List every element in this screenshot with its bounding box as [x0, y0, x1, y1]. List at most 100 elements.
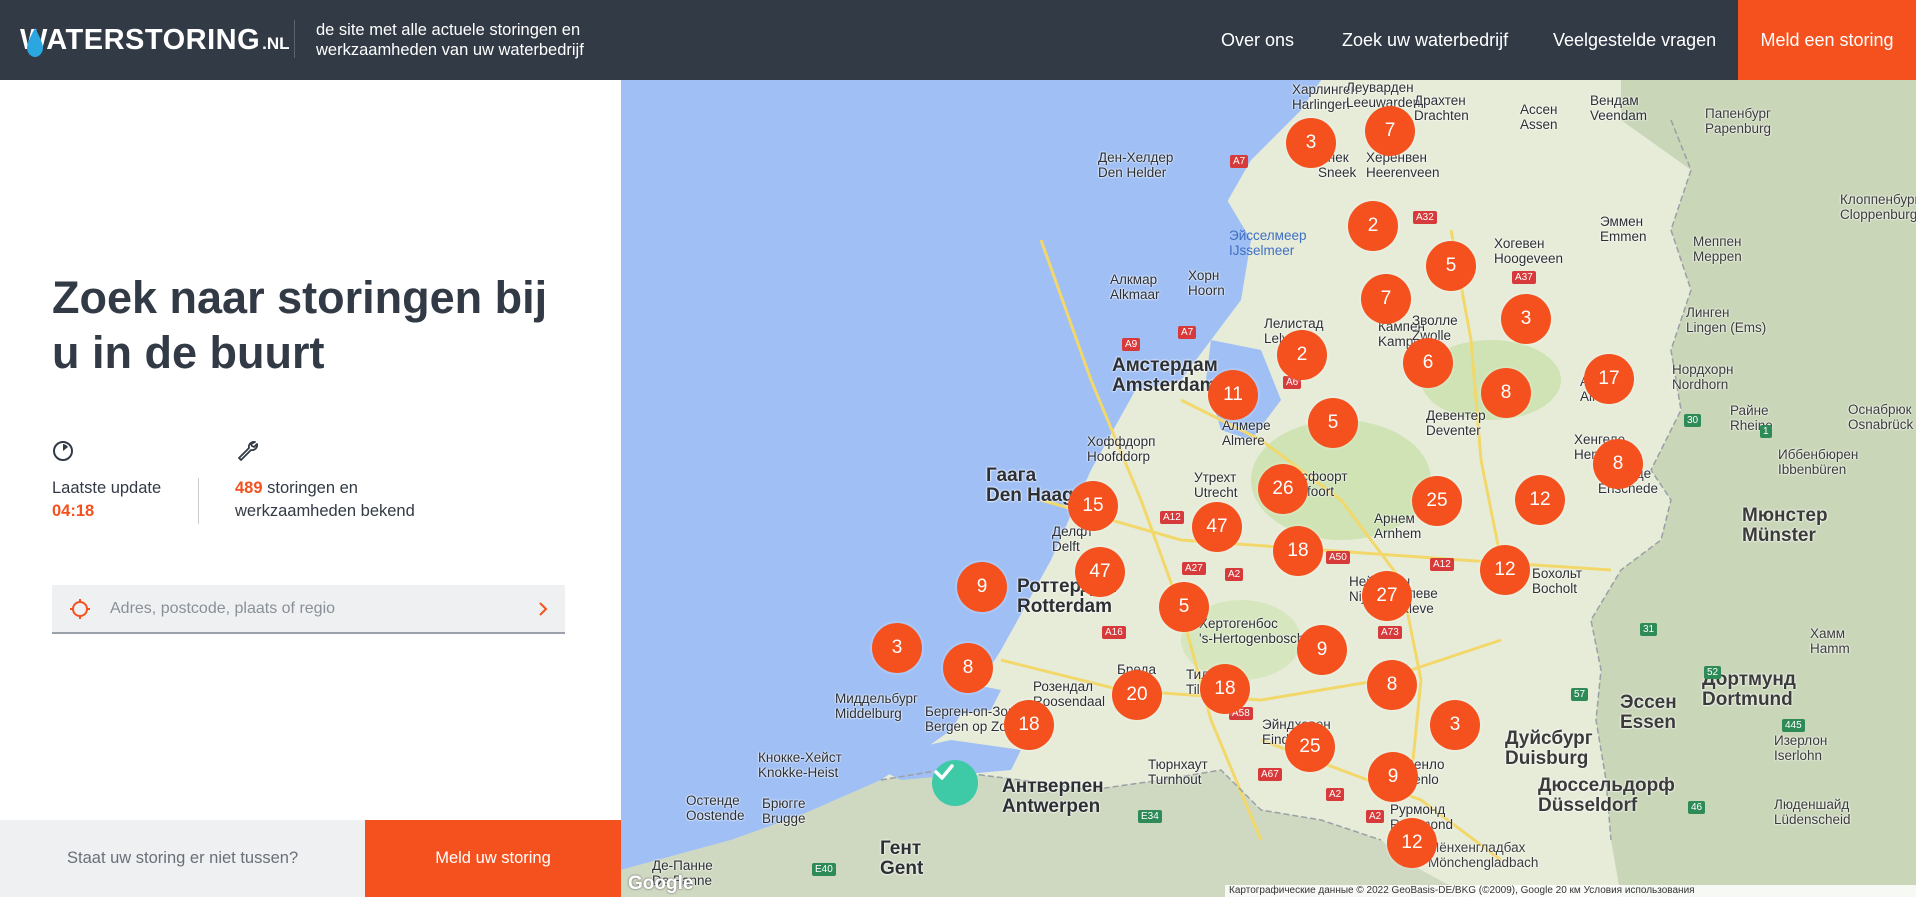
storing-cluster-marker[interactable]: 8	[1481, 368, 1531, 418]
city-label: Дуйсбург Duisburg	[1505, 728, 1593, 769]
city-label: Вендам Veendam	[1590, 93, 1648, 123]
city-label: Кнокке-Хейст Knokke-Heist	[758, 750, 842, 780]
storing-cluster-marker[interactable]: 25	[1285, 722, 1335, 772]
city-label: Арнем Arnhem	[1374, 511, 1422, 541]
road-number-badge: A32	[1413, 211, 1437, 224]
storing-cluster-marker[interactable]: 18	[1273, 526, 1323, 576]
waterstoring-logo[interactable]: WATERSTORING .NL	[20, 24, 290, 60]
storing-cluster-marker[interactable]: 9	[957, 562, 1007, 612]
storing-cluster-marker[interactable]: 8	[943, 643, 993, 693]
city-label: Эммен Emmen	[1600, 214, 1647, 244]
storing-cluster-marker[interactable]: 5	[1308, 398, 1358, 448]
storing-cluster-marker[interactable]: 9	[1368, 752, 1418, 802]
storing-cluster-marker[interactable]: 6	[1403, 338, 1453, 388]
city-label: Херенвен Heerenveen	[1366, 150, 1440, 180]
road-number-badge: A12	[1430, 558, 1454, 571]
city-label: Амстердам Amsterdam	[1112, 355, 1218, 396]
road-number-badge: A73	[1378, 626, 1402, 639]
storing-cluster-marker[interactable]: 26	[1258, 464, 1308, 514]
road-number-badge: A37	[1512, 271, 1536, 284]
city-label: Меппен Meppen	[1693, 234, 1742, 264]
storing-cluster-marker[interactable]: 12	[1480, 545, 1530, 595]
road-number-badge: A2	[1366, 810, 1385, 823]
city-label: Изерлон Iserlohn	[1774, 733, 1828, 763]
city-label: Бохольт Bocholt	[1532, 566, 1583, 596]
storing-cluster-marker[interactable]: 12	[1515, 475, 1565, 525]
city-label: Утрехт Utrecht	[1194, 470, 1238, 500]
resolved-check-marker[interactable]	[932, 760, 978, 806]
storing-cluster-marker[interactable]: 18	[1004, 700, 1054, 750]
city-label: Хамм Hamm	[1810, 626, 1850, 656]
storing-cluster-marker[interactable]: 5	[1159, 582, 1209, 632]
top-header: WATERSTORING .NL de site met alle actuel…	[0, 0, 1916, 80]
storing-cluster-marker[interactable]: 15	[1068, 481, 1118, 531]
city-label: Люденшайд Lüdenscheid	[1774, 797, 1851, 827]
city-label: Леуварден Leeuwarden	[1346, 80, 1421, 110]
road-number-badge: E40	[812, 863, 836, 876]
city-label: Ден-Хелдер Den Helder	[1098, 150, 1174, 180]
city-label: Дюссельдорф Düsseldorf	[1538, 775, 1675, 816]
storing-cluster-marker[interactable]: 8	[1593, 439, 1643, 489]
storing-cluster-marker[interactable]: 7	[1361, 274, 1411, 324]
road-number-badge: 445	[1782, 719, 1805, 732]
road-number-badge: A27	[1182, 562, 1206, 575]
stat-divider	[198, 478, 199, 524]
road-number-badge: A7	[1230, 155, 1249, 168]
city-label: Нордхорн Nordhorn	[1672, 362, 1734, 392]
clock-icon	[53, 441, 73, 461]
storing-cluster-marker[interactable]: 3	[872, 623, 922, 673]
road-number-badge: 30	[1684, 414, 1702, 427]
address-search-input[interactable]	[110, 585, 510, 632]
water-drop-icon	[27, 28, 43, 57]
city-label: Миддельбург Middelburg	[835, 691, 918, 721]
storing-cluster-marker[interactable]: 25	[1412, 476, 1462, 526]
meld-storing-nav-button[interactable]: Meld een storing	[1738, 0, 1916, 80]
city-label: Антверпен Antwerpen	[1002, 776, 1104, 817]
storing-cluster-marker[interactable]: 3	[1501, 294, 1551, 344]
storing-cluster-marker[interactable]: 7	[1365, 106, 1415, 156]
meld-uw-storing-button[interactable]: Meld uw storing	[365, 820, 621, 897]
road-number-badge: 31	[1640, 623, 1658, 636]
report-bar: Staat uw storing er niet tussen? Meld uw…	[0, 820, 621, 897]
storing-cluster-marker[interactable]: 20	[1112, 670, 1162, 720]
city-label: Ассен Assen	[1520, 102, 1558, 132]
storing-cluster-marker[interactable]: 9	[1297, 625, 1347, 675]
road-number-badge: A2	[1326, 788, 1345, 801]
locate-crosshair-icon[interactable]	[69, 598, 91, 620]
storingen-count-text: 489 storingen en werkzaamheden bekend	[235, 477, 435, 523]
storing-cluster-marker[interactable]: 3	[1430, 700, 1480, 750]
city-label: Остенде Oostende	[686, 793, 745, 823]
storing-cluster-marker[interactable]: 2	[1277, 330, 1327, 380]
storing-cluster-marker[interactable]: 17	[1584, 354, 1634, 404]
storing-cluster-marker[interactable]: 47	[1192, 502, 1242, 552]
ijsselmeer-label: Эйсселмеер IJsselmeer	[1229, 228, 1307, 258]
storing-cluster-marker[interactable]: 5	[1426, 241, 1476, 291]
storing-cluster-marker[interactable]: 11	[1208, 370, 1258, 420]
city-label: Эссен Essen	[1620, 692, 1677, 733]
storing-cluster-marker[interactable]: 8	[1367, 660, 1417, 710]
storing-cluster-marker[interactable]: 27	[1362, 571, 1412, 621]
road-number-badge: A50	[1326, 551, 1350, 564]
road-number-badge: 1	[1760, 425, 1772, 438]
storing-cluster-marker[interactable]: 18	[1200, 664, 1250, 714]
city-label: Алмере Almere	[1222, 418, 1271, 448]
road-number-badge: A2	[1225, 568, 1244, 581]
page-title: Zoek naar storingen bij u in de buurt	[52, 272, 548, 378]
road-number-badge: 46	[1688, 801, 1706, 814]
nav-over-ons[interactable]: Over ons	[1221, 0, 1294, 80]
nav-veelgestelde-vragen[interactable]: Veelgestelde vragen	[1553, 0, 1716, 80]
logo-divider	[294, 20, 295, 58]
city-label: Хорн Hoorn	[1188, 268, 1225, 298]
storing-cluster-marker[interactable]: 12	[1387, 818, 1437, 868]
chevron-right-icon[interactable]	[537, 599, 549, 619]
search-panel: Zoek naar storingen bij u in de buurt La…	[0, 80, 621, 897]
storing-cluster-marker[interactable]: 47	[1075, 547, 1125, 597]
storing-cluster-marker[interactable]: 2	[1348, 201, 1398, 251]
city-label: Брюгге Brugge	[762, 796, 806, 826]
map-attribution[interactable]: Картографические данные © 2022 GeoBasis-…	[1225, 885, 1916, 897]
address-search-box[interactable]	[52, 585, 565, 634]
nav-zoek-waterbedrijf[interactable]: Zoek uw waterbedrijf	[1342, 0, 1508, 80]
storing-cluster-marker[interactable]: 3	[1286, 118, 1336, 168]
outage-map[interactable]: Эйсселмеер IJsselmeer Амстердам Amsterdam Га…	[621, 80, 1916, 897]
google-logo: Google	[628, 873, 694, 894]
